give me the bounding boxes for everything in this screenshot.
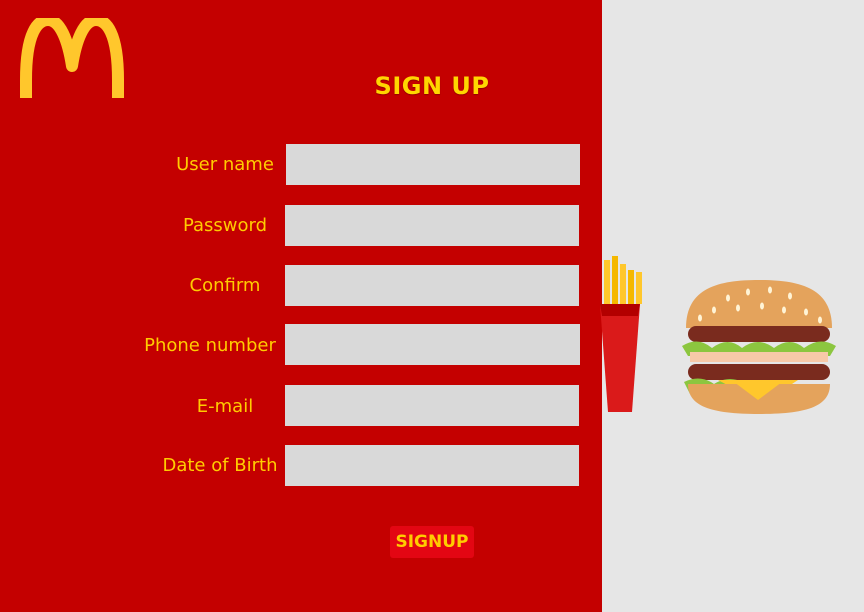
username-label: User name bbox=[176, 154, 274, 175]
password-label: Password bbox=[182, 215, 268, 236]
email-field[interactable] bbox=[285, 385, 579, 426]
burger-icon bbox=[682, 280, 836, 414]
email-label: E-mail bbox=[196, 396, 254, 417]
golden-arches-logo bbox=[20, 18, 124, 98]
date-of-birth-label: Date of Birth bbox=[162, 455, 278, 476]
username-field[interactable] bbox=[286, 144, 580, 185]
confirm-label: Confirm bbox=[189, 275, 261, 296]
password-field[interactable] bbox=[285, 205, 579, 246]
page-title: SIGN UP bbox=[374, 72, 490, 100]
date-of-birth-field[interactable] bbox=[285, 445, 579, 486]
signup-button[interactable]: SIGNUP bbox=[390, 526, 474, 558]
phone-label: Phone number bbox=[144, 335, 276, 356]
fries-icon bbox=[600, 256, 642, 412]
phone-number-field[interactable] bbox=[285, 324, 580, 365]
confirm-password-field[interactable] bbox=[285, 265, 579, 306]
